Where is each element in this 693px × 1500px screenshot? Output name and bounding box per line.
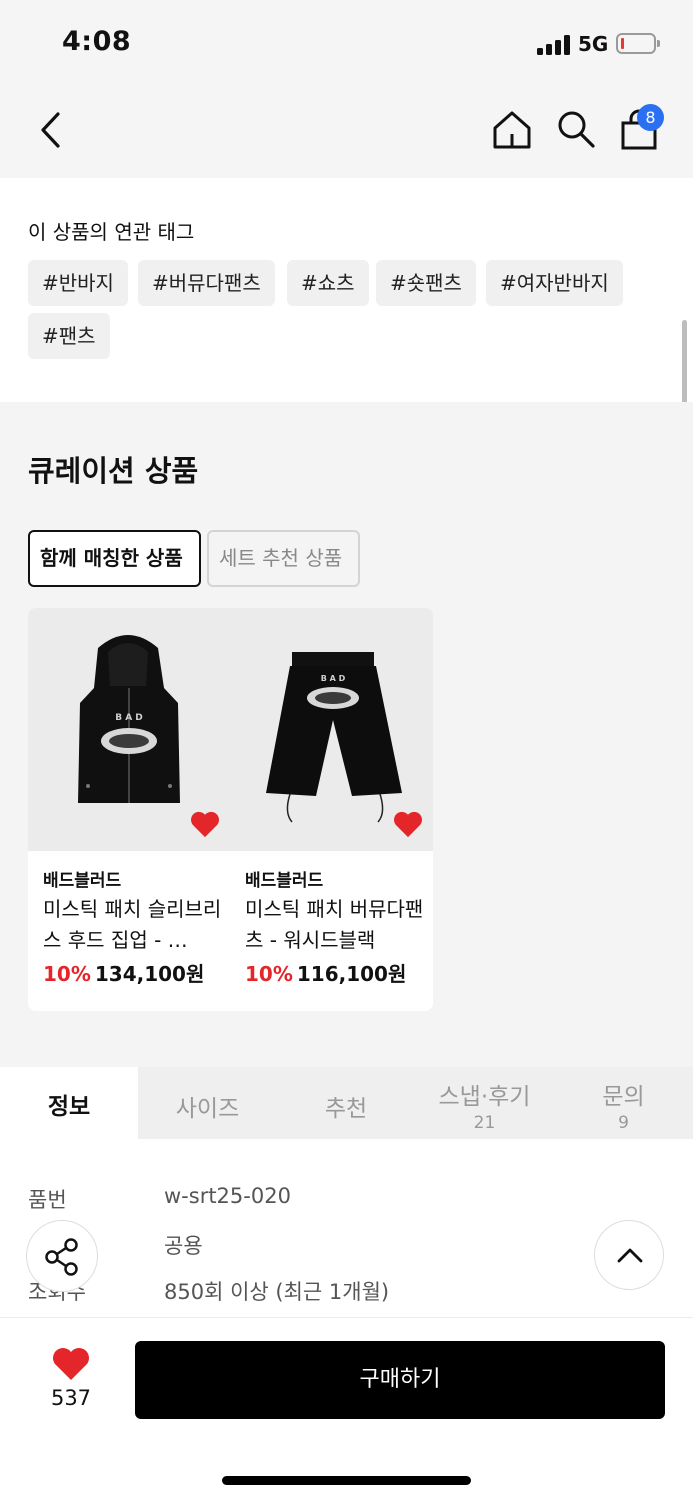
bottom-action-bar: 537 구매하기 bbox=[0, 1317, 693, 1500]
discount-rate: 10% bbox=[245, 962, 293, 986]
top-nav bbox=[0, 88, 693, 178]
product-price: 116,100원 bbox=[296, 962, 407, 986]
share-button[interactable] bbox=[26, 1220, 98, 1292]
info-value: w-srt25-020 bbox=[164, 1184, 291, 1208]
back-icon[interactable] bbox=[34, 110, 68, 150]
detail-tabs: 정보 사이즈 추천 스냅·후기 21 문의 9 bbox=[0, 1067, 693, 1139]
product-name: 미스틱 패치 버뮤다팬츠 - 워시드블랙 bbox=[245, 897, 424, 952]
heart-icon[interactable] bbox=[190, 811, 220, 838]
home-indicator bbox=[222, 1476, 471, 1485]
svg-text:B A D: B A D bbox=[115, 713, 143, 723]
status-time: 4:08 bbox=[62, 26, 132, 57]
heart-icon[interactable] bbox=[393, 811, 423, 838]
tab-set-recommendation[interactable]: 세트 추천 상품 bbox=[207, 530, 360, 587]
tab-recommend[interactable]: 추천 bbox=[277, 1067, 415, 1139]
scroll-top-button[interactable] bbox=[594, 1220, 664, 1290]
tab-inquiry[interactable]: 문의 9 bbox=[554, 1067, 693, 1139]
like-count: 537 bbox=[50, 1386, 92, 1410]
home-icon[interactable] bbox=[490, 108, 534, 152]
product-card[interactable]: B A D 배드블러드 미스틱 패치 슬리브리스 후드 집업 - … 10% 13… bbox=[28, 608, 230, 1011]
network-label: 5G bbox=[578, 32, 609, 56]
product-price-row: 10% 116,100원 bbox=[245, 958, 406, 987]
tab-size[interactable]: 사이즈 bbox=[138, 1067, 277, 1139]
status-bar: 4:08 5G bbox=[0, 0, 693, 88]
related-tags-title: 이 상품의 연관 태그 bbox=[28, 220, 195, 244]
heart-icon[interactable] bbox=[52, 1348, 90, 1381]
share-icon bbox=[45, 1238, 78, 1276]
product-carousel: B A D 배드블러드 미스틱 패치 슬리브리스 후드 집업 - … 10% 13… bbox=[28, 608, 433, 1011]
discount-rate: 10% bbox=[43, 962, 91, 986]
tag-item[interactable]: #숏팬츠 bbox=[376, 260, 476, 306]
cart-count-badge: 8 bbox=[637, 104, 664, 131]
related-tags-section: 이 상품의 연관 태그 #반바지 #버뮤다팬츠 #쇼츠 #숏팬츠 #여자반바지 … bbox=[0, 178, 693, 402]
review-count: 21 bbox=[473, 1113, 496, 1133]
curation-section: 큐레이션 상품 함께 매칭한 상품 세트 추천 상품 B A D 배드블러드 미… bbox=[0, 402, 693, 1067]
battery-icon bbox=[616, 33, 660, 54]
svg-text:B A D: B A D bbox=[321, 674, 346, 683]
product-price-row: 10% 134,100원 bbox=[43, 958, 204, 987]
tab-info[interactable]: 정보 bbox=[0, 1067, 138, 1139]
buy-button[interactable]: 구매하기 bbox=[135, 1341, 665, 1419]
product-brand: 배드블러드 bbox=[43, 871, 122, 891]
signal-icon bbox=[537, 35, 571, 55]
product-brand: 배드블러드 bbox=[245, 871, 324, 891]
product-info-table: 품번 w-srt25-020 공용 조회수 850회 이상 (최근 1개월) bbox=[0, 1139, 693, 1317]
search-icon[interactable] bbox=[555, 108, 597, 150]
inquiry-count: 9 bbox=[618, 1113, 629, 1133]
tag-item[interactable]: #팬츠 bbox=[28, 313, 110, 359]
tag-item[interactable]: #여자반바지 bbox=[486, 260, 623, 306]
tab-matched-products[interactable]: 함께 매칭한 상품 bbox=[28, 530, 201, 587]
curation-title: 큐레이션 상품 bbox=[28, 454, 199, 488]
info-value: 공용 bbox=[164, 1234, 203, 1258]
product-card[interactable]: B A D 배드블러드 미스틱 패치 버뮤다팬츠 - 워시드블랙 10% 116,… bbox=[230, 608, 432, 1011]
product-price: 134,100원 bbox=[94, 962, 205, 986]
chevron-up-icon bbox=[617, 1248, 643, 1263]
tag-item[interactable]: #버뮤다팬츠 bbox=[138, 260, 275, 306]
tag-item[interactable]: #반바지 bbox=[28, 260, 128, 306]
info-key: 품번 bbox=[28, 1188, 67, 1212]
tab-snap-review[interactable]: 스냅·후기 21 bbox=[415, 1067, 554, 1139]
tag-item[interactable]: #쇼츠 bbox=[287, 260, 369, 306]
product-name: 미스틱 패치 슬리브리스 후드 집업 - … bbox=[43, 897, 222, 952]
info-value: 850회 이상 (최근 1개월) bbox=[164, 1280, 390, 1304]
